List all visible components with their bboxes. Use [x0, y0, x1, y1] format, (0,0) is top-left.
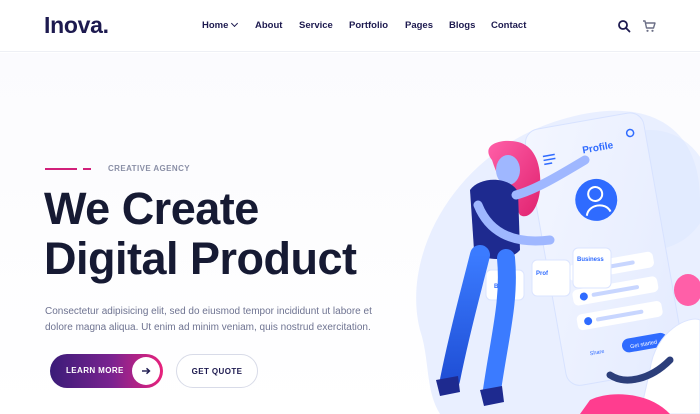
learn-more-label: LEARN MORE: [66, 366, 124, 375]
hero-illustration: Profile Get started Share Basic Prof Bus…: [416, 110, 700, 414]
nav-item-about[interactable]: About: [255, 20, 282, 31]
search-icon[interactable]: [617, 19, 631, 33]
nav-item-portfolio[interactable]: Portfolio: [349, 20, 388, 31]
chevron-down-icon: [231, 19, 239, 28]
pricing-card-business: Business: [572, 247, 612, 289]
get-quote-label: GET QUOTE: [191, 367, 243, 376]
main-nav: Home About Service Portfolio Pages Blogs…: [0, 19, 700, 34]
nav-item-contact[interactable]: Contact: [491, 20, 526, 31]
nav-item-pages[interactable]: Pages: [405, 20, 433, 31]
svg-text:Business: Business: [577, 257, 604, 263]
pricing-card-prof: Prof: [531, 259, 571, 297]
hero-description: Consectetur adipisicing elit, sed do eiu…: [45, 306, 372, 333]
tagline-line-decoration: [45, 168, 77, 170]
hero-tagline: CREATIVE AGENCY: [108, 164, 191, 173]
get-quote-button[interactable]: GET QUOTE: [176, 354, 258, 388]
headline-line-2: Digital Product: [44, 233, 357, 284]
nav-item-home[interactable]: Home: [202, 19, 239, 31]
nav-item-label: Home: [202, 20, 229, 31]
nav-item-service[interactable]: Service: [299, 20, 333, 31]
site-header: Inova. Home About Service Portfolio Page…: [0, 0, 700, 52]
learn-more-button[interactable]: LEARN MORE: [50, 354, 163, 388]
cart-icon[interactable]: [642, 19, 656, 33]
tagline-dash-decoration: [83, 168, 91, 170]
arrow-right-icon: [132, 357, 160, 385]
hero-headline: We Create Digital Product: [44, 184, 357, 284]
nav-item-blogs[interactable]: Blogs: [449, 20, 475, 31]
svg-text:Prof: Prof: [536, 271, 549, 277]
headline-line-1: We Create: [44, 183, 259, 234]
